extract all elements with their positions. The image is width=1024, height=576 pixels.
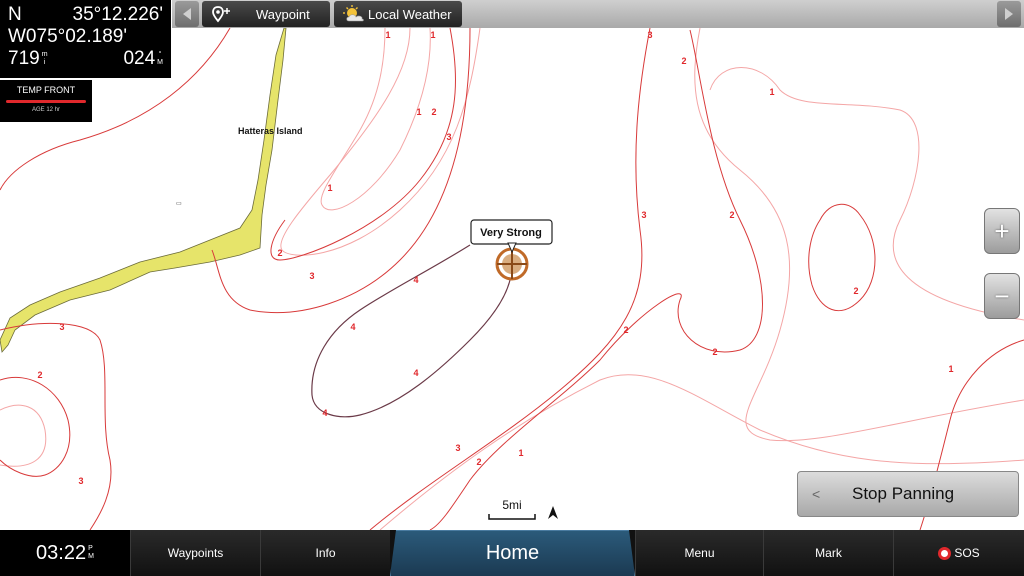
contour-depth-label: 3 [641, 210, 646, 220]
contour-depth-label: 4 [350, 322, 355, 332]
contour-depth-label: 1 [518, 448, 523, 458]
contour-depth-label: 1 [327, 183, 332, 193]
temp-label: TEMP FRONT [16, 85, 76, 95]
minus-icon: − [994, 280, 1010, 311]
map-canvas[interactable]: 1 1 3211 231233 222214444321323 Hatteras Isl… [0, 0, 1024, 530]
svg-text:▭: ▭ [176, 201, 182, 207]
callout-text: Very Strong [480, 227, 542, 239]
current-callout: Very Strong [470, 219, 553, 254]
lat-dir: N [8, 4, 22, 25]
contour-depth-label: 3 [309, 271, 314, 281]
contour-depth-label: 1 [948, 364, 953, 374]
latitude: 35°12.226' [72, 4, 163, 25]
contour-depth-label: 4 [413, 275, 418, 285]
contour-depth-label: 3 [446, 132, 451, 142]
partly-cloudy-icon [343, 5, 364, 22]
clock: 03:22 P M [0, 530, 130, 576]
local-weather-button[interactable]: Local Weather [334, 1, 462, 27]
distance-readout: 719 m i [8, 48, 48, 69]
current-marker-icon[interactable] [495, 247, 529, 281]
waypoint-button[interactable]: Waypoint [202, 1, 330, 27]
chevron-right-icon [1005, 8, 1013, 20]
contour-depth-label: 2 [712, 347, 717, 357]
waypoint-label: Waypoint [256, 6, 310, 22]
plus-icon: + [994, 215, 1010, 246]
chevron-left-icon [183, 8, 191, 20]
nav-waypoints[interactable]: Waypoints [130, 530, 260, 576]
contour-depth-label: 1 [416, 107, 421, 117]
contour-depth-label: 2 [681, 56, 686, 66]
sos-label: SOS [954, 546, 980, 560]
weather-label: Local Weather [368, 6, 452, 22]
contour-depth-label: 2 [623, 325, 628, 335]
contour-depth-label: 3 [455, 443, 460, 453]
toolbar-scroll-right-button[interactable] [997, 1, 1021, 27]
scale-bar: 5mi [488, 498, 536, 520]
position-readout[interactable]: N 35°12.226' W075°02.189' 719 m i 024 ° M [0, 0, 171, 78]
nav-menu[interactable]: Menu [635, 530, 763, 576]
temp-front-legend[interactable]: TEMP FRONT AGE 12 hr [0, 80, 92, 122]
nav-mark[interactable]: Mark [763, 530, 893, 576]
contour-depth-label: 2 [431, 107, 436, 117]
chevron-left-icon: < [812, 486, 821, 502]
sos-lifebuoy-icon [938, 546, 952, 560]
contour-depth-label: 1 [430, 30, 435, 40]
contour-depth-label: 1 [769, 87, 774, 97]
place-label: Hatteras Island [238, 126, 303, 136]
contour-depth-label: 3 [59, 322, 64, 332]
nav-sos[interactable]: SOS [893, 530, 1024, 576]
longitude: W075°02.189' [8, 26, 127, 47]
bearing-readout: 024 ° M [123, 48, 163, 69]
contour-depth-label: 2 [853, 286, 858, 296]
contour-depth-label: 2 [729, 210, 734, 220]
contour-depth-label: 3 [78, 476, 83, 486]
contour-depth-label: 2 [277, 248, 282, 258]
north-arrow-icon [548, 506, 558, 519]
stop-panning-button[interactable]: < Stop Panning [797, 471, 1019, 517]
contour-depth-label: 3 [647, 30, 652, 40]
nav-info[interactable]: Info [260, 530, 390, 576]
contour-depth-label: 4 [413, 368, 418, 378]
contour-4-loop [311, 244, 511, 418]
temp-front-bar [6, 100, 86, 103]
svg-text:5mi: 5mi [502, 498, 521, 512]
toolbar-scroll-left-button[interactable] [175, 1, 199, 27]
zoom-out-button[interactable]: − [984, 273, 1020, 319]
contour-depth-label: 4 [322, 408, 327, 418]
zoom-in-button[interactable]: + [984, 208, 1020, 254]
stop-panning-label: Stop Panning [852, 484, 955, 503]
temp-age: AGE 12 hr [31, 107, 60, 113]
contour-depth-label: 2 [37, 370, 42, 380]
waypoint-add-icon [212, 6, 230, 23]
top-toolbar: Waypoint Local Weather [172, 0, 1024, 28]
nav-home[interactable]: Home [390, 530, 635, 576]
contour-depth-label: 2 [476, 457, 481, 467]
contour-depth-label: 1 [385, 30, 390, 40]
bottom-nav-bar: 03:22 P M Waypoints Info Home Menu Mark SO… [0, 530, 1024, 576]
